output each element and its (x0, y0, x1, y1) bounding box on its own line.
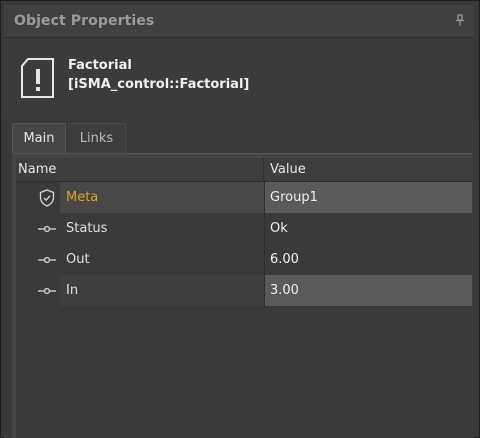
properties-grid: Name Value Meta Group1 Status Ok Out 6.0… (16, 158, 472, 438)
property-name: Status (60, 213, 264, 244)
property-value[interactable]: Ok (264, 213, 472, 244)
property-value[interactable]: Group1 (264, 182, 472, 213)
shield-icon (34, 182, 60, 213)
slot-connector-icon (34, 244, 60, 275)
panel-title: Object Properties (14, 13, 155, 29)
property-row-in[interactable]: In 3.00 (16, 275, 472, 306)
tab-links[interactable]: Links (68, 123, 126, 153)
object-properties-panel: Object Properties Factorial [iSMA_contro… (0, 0, 480, 438)
property-name: Meta (60, 182, 264, 213)
column-header-value[interactable]: Value (264, 158, 472, 182)
object-name: Factorial (68, 58, 132, 73)
property-value[interactable]: 6.00 (264, 244, 472, 275)
slot-connector-icon (34, 213, 60, 244)
column-header-name[interactable]: Name (16, 158, 264, 182)
property-name: In (60, 275, 264, 306)
warning-box-icon (18, 56, 58, 100)
tabs-area: Main Links Name Value Meta Group1 Status… (4, 115, 474, 438)
column-divider (264, 182, 265, 306)
property-value[interactable]: 3.00 (264, 275, 472, 306)
pin-icon[interactable] (454, 14, 466, 28)
tab-main[interactable]: Main (12, 123, 66, 153)
object-header: Factorial [iSMA_control::Factorial] (4, 37, 474, 115)
panel-titlebar: Object Properties (4, 5, 474, 37)
property-row-out[interactable]: Out 6.00 (16, 244, 472, 275)
slot-connector-icon (34, 275, 60, 306)
properties-grid-container: Name Value Meta Group1 Status Ok Out 6.0… (12, 153, 472, 438)
property-name: Out (60, 244, 264, 275)
object-type: [iSMA_control::Factorial] (68, 77, 250, 92)
property-row-status[interactable]: Status Ok (16, 213, 472, 244)
property-row-meta[interactable]: Meta Group1 (16, 182, 472, 213)
